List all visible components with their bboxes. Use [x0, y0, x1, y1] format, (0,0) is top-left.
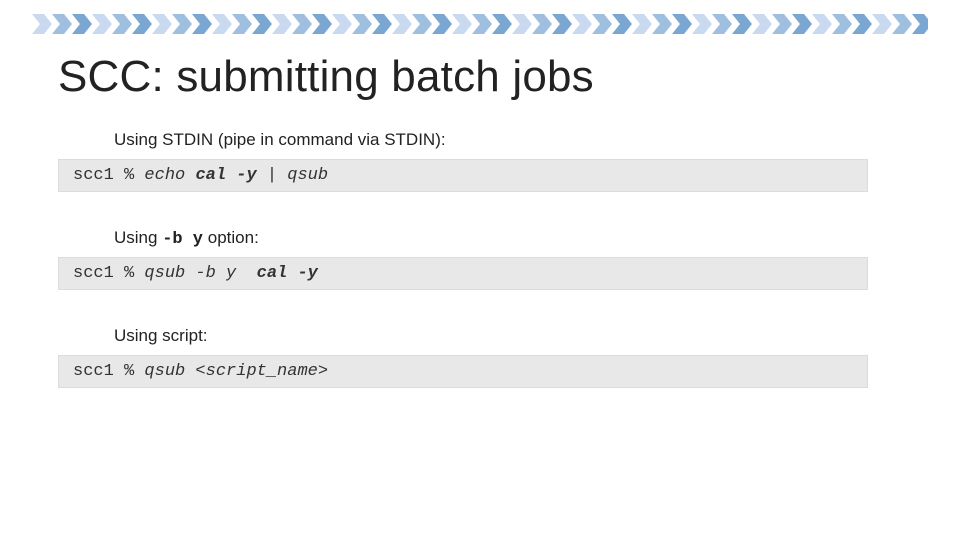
code-block-b-y: scc1 % qsub -b y cal -y	[58, 257, 868, 290]
cmd-pre: qsub -b y	[144, 264, 256, 283]
section-label-b-y: Using -b y option:	[114, 228, 902, 249]
section-label-script: Using script:	[114, 326, 902, 347]
label-mono: -b y	[162, 230, 203, 249]
label-text: Using	[114, 228, 157, 247]
shell-prompt: scc1 %	[73, 264, 144, 283]
section-label-stdin: Using STDIN (pipe in command via STDIN):	[114, 130, 902, 151]
slide-content: SCC: submitting batch jobs Using STDIN (…	[58, 52, 902, 424]
label-suffix: option:	[208, 228, 259, 247]
slide-title: SCC: submitting batch jobs	[58, 52, 902, 102]
shell-prompt: scc1 %	[73, 362, 144, 381]
code-block-script: scc1 % qsub <script_name>	[58, 355, 868, 388]
shell-prompt: scc1 %	[73, 166, 144, 185]
code-block-stdin: scc1 % echo cal -y | qsub	[58, 159, 868, 192]
cmd-post: | qsub	[257, 166, 328, 185]
chevron-border	[32, 14, 928, 34]
label-text: Using STDIN (pipe in command via STDIN):	[114, 130, 446, 149]
cmd-bold: cal -y	[195, 166, 256, 185]
label-text: Using script:	[114, 326, 208, 345]
cmd-pre: echo	[144, 166, 195, 185]
cmd-pre: qsub <script_name>	[144, 362, 328, 381]
cmd-bold: cal -y	[257, 264, 318, 283]
